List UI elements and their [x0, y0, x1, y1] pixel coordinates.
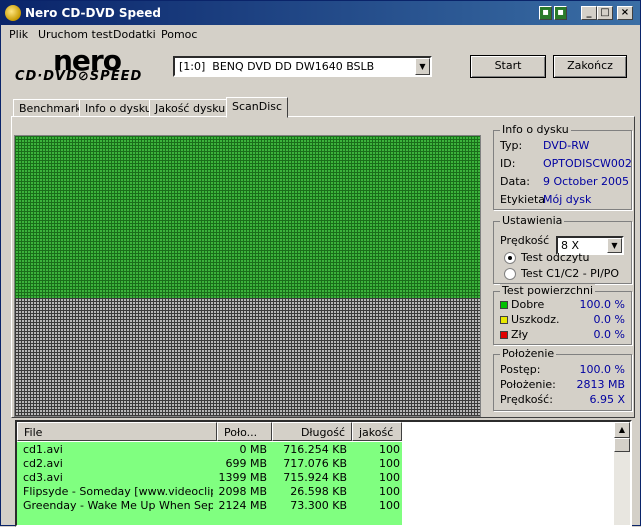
table-row[interactable]	[17, 512, 402, 525]
bad-value: 0.0 %	[593, 328, 625, 341]
maximize-icon[interactable]: □	[597, 6, 613, 20]
surface-test-legend: Test powierzchni	[500, 284, 596, 297]
progress-value: 100.0 %	[579, 363, 625, 376]
col-header-file[interactable]: File	[17, 422, 217, 441]
tab-disc-quality[interactable]: Jakość dysku	[149, 99, 232, 117]
damaged-value: 0.0 %	[593, 313, 625, 326]
row-quality: 100	[379, 485, 400, 498]
disc-date-label: Data:	[500, 175, 530, 188]
position-group: Położenie Postęp: 100.0 % Położenie: 281…	[493, 347, 632, 411]
disc-label-value: Mój dysk	[543, 193, 592, 206]
main-window: Nero CD-DVD Speed ▪ ▪ _ □ × Plik Uruchom…	[0, 0, 641, 527]
bad-color-swatch	[500, 331, 508, 339]
row-length: 73.300 KB	[290, 499, 347, 512]
window-title: Nero CD-DVD Speed	[25, 6, 161, 20]
tab-disc-info[interactable]: Info o dysku	[79, 99, 158, 117]
row-length: 716.254 KB	[283, 443, 347, 456]
row-file: cd1.avi	[23, 443, 63, 456]
row-quality: 100	[379, 499, 400, 512]
bad-label: Zły	[511, 328, 529, 341]
row-file: cd3.avi	[23, 471, 63, 484]
table-row[interactable]: cd1.avi 0 MB 716.254 KB 100	[17, 442, 402, 456]
position-label: Położenie:	[500, 378, 556, 391]
speed-readout-label: Prędkość:	[500, 393, 553, 406]
surface-test-group: Test powierzchni Dobre 100.0 % Uszkodz. …	[493, 284, 632, 345]
menu-help[interactable]: Pomoc	[161, 28, 197, 41]
tray-icon-1[interactable]: ▪	[539, 6, 552, 20]
row-length: 715.924 KB	[283, 471, 347, 484]
row-position: 1399 MB	[218, 471, 267, 484]
settings-legend: Ustawienia	[500, 214, 565, 227]
speed-label: Prędkość	[500, 234, 550, 247]
col-header-length[interactable]: Długość	[272, 422, 352, 441]
row-quality: 100	[379, 443, 400, 456]
row-quality: 100	[379, 457, 400, 470]
drive-select[interactable]: [1:0] BENQ DVD DD DW1640 BSLB ▼	[173, 56, 432, 77]
tray-icon-2[interactable]: ▪	[554, 6, 567, 20]
row-file: cd2.avi	[23, 457, 63, 470]
menu-extras[interactable]: Dodatki	[113, 28, 156, 41]
nero-logo: nero CD·DVD⊘SPEED	[13, 47, 163, 87]
logo-subtitle: CD·DVD⊘SPEED	[15, 69, 143, 84]
row-position: 0 MB	[239, 443, 267, 456]
drive-value: [1:0] BENQ DVD DD DW1640 BSLB	[179, 60, 375, 73]
title-bar: Nero CD-DVD Speed ▪ ▪ _ □ ×	[1, 1, 640, 25]
position-value: 2813 MB	[576, 378, 625, 391]
row-length: 26.598 KB	[290, 485, 347, 498]
c1c2-test-label: Test C1/C2 - PI/PO	[521, 267, 620, 280]
scan-good-area	[15, 136, 480, 298]
position-legend: Położenie	[500, 347, 557, 360]
chevron-down-icon[interactable]: ▼	[415, 58, 430, 75]
damaged-label: Uszkodz.	[511, 313, 560, 326]
row-position: 2124 MB	[218, 499, 267, 512]
good-label: Dobre	[511, 298, 545, 311]
disc-type-label: Typ:	[500, 139, 523, 152]
menu-file[interactable]: Plik	[9, 28, 28, 41]
disc-info-group: Info o dysku Typ: DVD-RW ID: OPTODISCW002 …	[493, 123, 632, 210]
list-scrollbar[interactable]: ▲	[614, 422, 630, 525]
disc-id-label: ID:	[500, 157, 516, 170]
table-row[interactable]: Greenday - Wake Me Up When Septe... 2124…	[17, 498, 402, 512]
menu-run-test[interactable]: Uruchom test	[38, 28, 113, 41]
disc-label-label: Etykieta	[500, 193, 546, 206]
file-list[interactable]: File Poło... Długość jakość cd1.avi 0 MB…	[15, 420, 632, 527]
table-row[interactable]: cd2.avi 699 MB 717.076 KB 100	[17, 456, 402, 470]
row-file: Greenday - Wake Me Up When Septe...	[23, 499, 213, 512]
close-icon[interactable]: ×	[617, 6, 633, 20]
progress-label: Postęp:	[500, 363, 541, 376]
menu-bar: Plik Uruchom test Dodatki Pomoc	[1, 25, 640, 44]
good-value: 100.0 %	[579, 298, 625, 311]
quit-button[interactable]: Zakończ	[553, 55, 627, 78]
minimize-icon[interactable]: _	[581, 6, 597, 20]
speed-readout-value: 6.95 X	[589, 393, 625, 406]
nero-app-icon	[5, 5, 21, 21]
table-row[interactable]: Flipsyde - Someday [www.videoclips.pl...…	[17, 484, 402, 498]
tab-benchmark[interactable]: Benchmark	[13, 99, 88, 117]
settings-group: Ustawienia Prędkość 8 X ▼ Test odczytu T…	[493, 214, 632, 284]
table-row[interactable]: cd3.avi 1399 MB 715.924 KB 100	[17, 470, 402, 484]
tab-scandisc[interactable]: ScanDisc	[226, 97, 289, 118]
disc-id-value: OPTODISCW002	[543, 157, 632, 170]
chevron-down-icon[interactable]: ▼	[607, 238, 622, 253]
damaged-color-swatch	[500, 316, 508, 324]
disc-date-value: 9 October 2005	[543, 175, 630, 188]
c1c2-test-radio[interactable]	[504, 268, 516, 280]
col-header-quality[interactable]: jakość	[352, 422, 402, 441]
read-test-label: Test odczytu	[521, 251, 590, 264]
row-position: 699 MB	[225, 457, 267, 470]
start-button[interactable]: Start	[470, 55, 546, 78]
disc-type-value: DVD-RW	[543, 139, 590, 152]
row-file: Flipsyde - Someday [www.videoclips.pl...	[23, 485, 213, 498]
scan-surface-map	[14, 135, 481, 417]
scroll-thumb[interactable]	[614, 438, 630, 452]
scan-unscanned-area	[15, 298, 480, 416]
disc-info-legend: Info o dysku	[500, 123, 571, 136]
row-length: 717.076 KB	[283, 457, 347, 470]
row-quality: 100	[379, 471, 400, 484]
good-color-swatch	[500, 301, 508, 309]
row-position: 2098 MB	[218, 485, 267, 498]
scroll-up-icon[interactable]: ▲	[614, 422, 630, 438]
read-test-radio[interactable]	[504, 252, 516, 264]
col-header-position[interactable]: Poło...	[217, 422, 272, 441]
